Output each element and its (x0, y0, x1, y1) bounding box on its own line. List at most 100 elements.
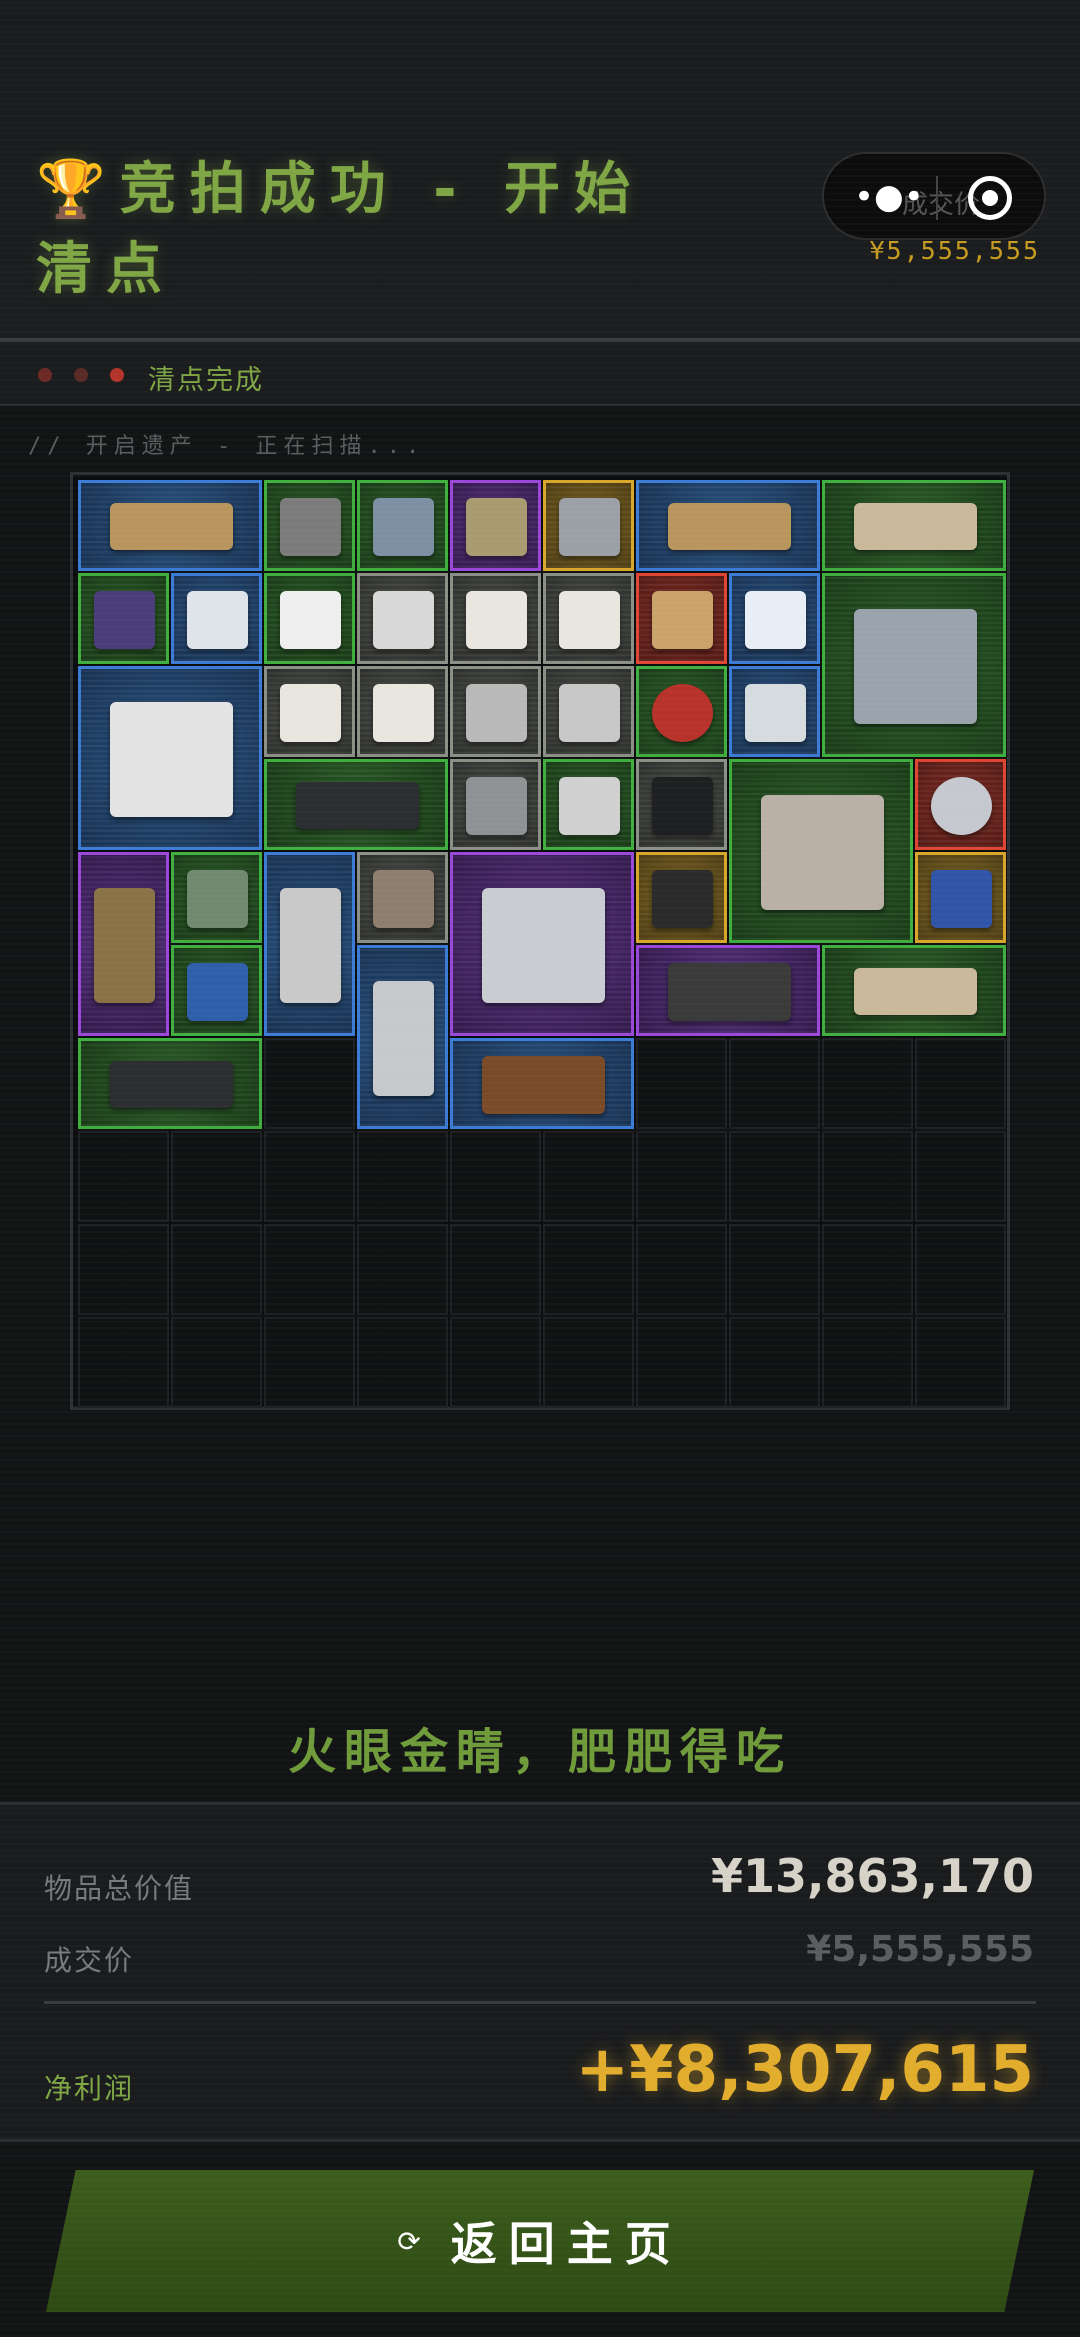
item-wooden-plank[interactable] (636, 480, 820, 571)
item-thermometer-gun[interactable] (171, 573, 262, 664)
inventory-cell[interactable] (915, 1224, 1006, 1315)
item-protein-jar[interactable] (636, 759, 727, 850)
refresh-icon: ⟳ (397, 2224, 421, 2258)
item-lab-incubator[interactable] (450, 852, 634, 1036)
item-ammo-box[interactable] (264, 852, 355, 1036)
inventory-cell[interactable] (78, 1317, 169, 1408)
item-battery[interactable] (171, 945, 262, 1036)
inventory-cell[interactable] (915, 1038, 1006, 1129)
inventory-cell[interactable] (822, 1038, 913, 1129)
power-supply-icon (854, 609, 977, 724)
inventory-cell[interactable] (357, 1224, 448, 1315)
inventory-cell[interactable] (264, 1317, 355, 1408)
item-foil-pack[interactable] (543, 666, 634, 757)
item-map-bag[interactable] (78, 852, 169, 1036)
deal-price-small: ¥5,555,555 (869, 236, 1040, 265)
status-dot-icon (38, 368, 52, 382)
label-printer-icon (110, 702, 233, 817)
item-tube[interactable] (543, 759, 634, 850)
inventory-cell[interactable] (78, 1131, 169, 1222)
inventory-cell[interactable] (450, 1131, 541, 1222)
item-tin-can[interactable] (450, 480, 541, 571)
inventory-cell[interactable] (357, 1131, 448, 1222)
item-pill-bottle[interactable] (729, 573, 820, 664)
battery-icon (187, 963, 248, 1021)
item-keyboard[interactable] (264, 759, 448, 850)
total-value-label: 物品总价值 (44, 1872, 195, 1905)
item-whetstone[interactable] (636, 945, 820, 1036)
inventory-cell[interactable] (822, 1131, 913, 1222)
item-power-supply[interactable] (822, 573, 1006, 757)
item-old-paper[interactable] (822, 945, 1006, 1036)
inventory-cell[interactable] (822, 1224, 913, 1315)
inventory-cell[interactable] (357, 1317, 448, 1408)
item-label-printer[interactable] (78, 666, 262, 850)
protein-jar-icon (652, 777, 713, 835)
map-bag-icon (94, 888, 155, 1003)
inventory-cell[interactable] (543, 1131, 634, 1222)
page-title-text: 竞拍成功 - 开始清点 (36, 157, 644, 302)
item-playing-card[interactable] (357, 666, 448, 757)
inventory-cell[interactable] (78, 1224, 169, 1315)
inventory-cell[interactable] (729, 1131, 820, 1222)
item-smartphone[interactable] (915, 852, 1006, 943)
item-playing-card[interactable] (450, 573, 541, 664)
inventory-cell[interactable] (729, 1224, 820, 1315)
deal-price-value: ¥5,555,555 (806, 1929, 1034, 1970)
inventory-cell[interactable] (171, 1131, 262, 1222)
item-pliers[interactable] (357, 480, 448, 571)
item-playing-card[interactable] (543, 573, 634, 664)
item-glue-bottle[interactable] (264, 573, 355, 664)
item-crystal-shard[interactable] (915, 759, 1006, 850)
item-circuit-board[interactable] (171, 852, 262, 943)
inventory-cell[interactable] (264, 1131, 355, 1222)
mini-program-capsule[interactable]: 成交价 •●• (822, 152, 1046, 240)
inventory-cell[interactable] (636, 1317, 727, 1408)
inventory-cell[interactable] (729, 1317, 820, 1408)
inventory-cell[interactable] (636, 1038, 727, 1129)
inventory-cell[interactable] (171, 1224, 262, 1315)
page-title: 🏆 竞拍成功 - 开始清点 (36, 150, 696, 310)
inventory-cell[interactable] (915, 1317, 1006, 1408)
inventory-cell[interactable] (543, 1317, 634, 1408)
item-statue[interactable] (357, 945, 448, 1129)
item-apple[interactable] (636, 666, 727, 757)
computer-mouse-icon (466, 777, 527, 835)
close-target-icon[interactable] (968, 176, 1012, 220)
more-icon[interactable]: •●• (854, 180, 924, 214)
inventory-cell[interactable] (543, 1224, 634, 1315)
inventory-cell[interactable] (264, 1038, 355, 1129)
old-paper-icon (854, 968, 977, 1015)
item-yogurt-cup[interactable] (357, 573, 448, 664)
item-magazine[interactable] (729, 759, 913, 943)
item-watch-band[interactable] (729, 666, 820, 757)
back-home-button[interactable]: ⟳ 返回主页 (46, 2170, 1034, 2312)
inventory-cell[interactable] (636, 1131, 727, 1222)
item-drill-tool[interactable] (543, 480, 634, 571)
inventory-cell[interactable] (915, 1131, 1006, 1222)
inventory-cell[interactable] (729, 1038, 820, 1129)
item-old-paper[interactable] (822, 480, 1006, 571)
item-keyboard[interactable] (78, 1038, 262, 1129)
item-playing-card[interactable] (264, 666, 355, 757)
item-tobacco-pipe[interactable] (450, 1038, 634, 1129)
inventory-grid (70, 472, 1010, 1410)
inventory-cell[interactable] (450, 1224, 541, 1315)
playing-card-icon (559, 591, 620, 649)
inventory-cell[interactable] (822, 1317, 913, 1408)
keyboard-icon (110, 1061, 233, 1108)
inventory-cell[interactable] (636, 1224, 727, 1315)
item-lipstick[interactable] (357, 852, 448, 943)
back-home-label: 返回主页 (450, 2217, 683, 2271)
inventory-cell[interactable] (171, 1317, 262, 1408)
inventory-cell[interactable] (450, 1317, 541, 1408)
item-medicine-vial[interactable] (78, 573, 169, 664)
item-scissors[interactable] (450, 666, 541, 757)
playing-card-icon (280, 684, 341, 742)
item-wooden-plank[interactable] (78, 480, 262, 571)
inventory-cell[interactable] (264, 1224, 355, 1315)
item-zippo-lighter[interactable] (264, 480, 355, 571)
item-camera[interactable] (636, 852, 727, 943)
item-computer-mouse[interactable] (450, 759, 541, 850)
item-motor-part[interactable] (636, 573, 727, 664)
